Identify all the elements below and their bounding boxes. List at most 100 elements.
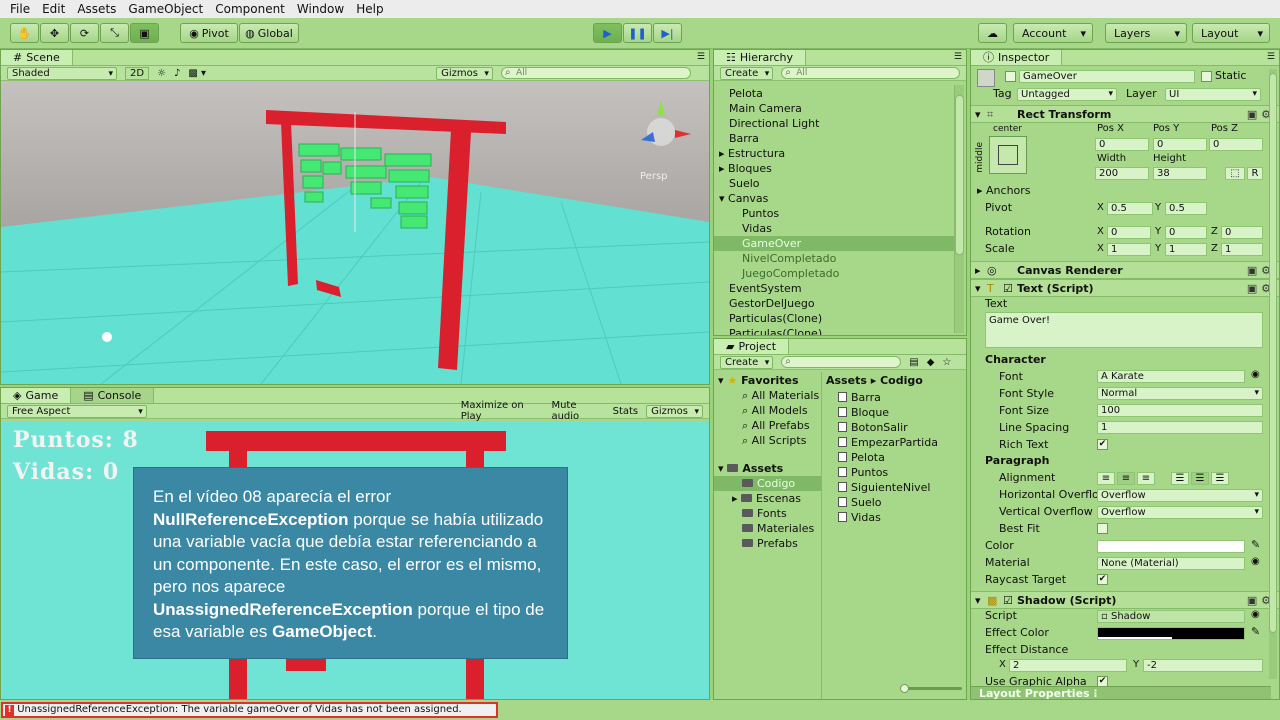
image-icon[interactable]: ▩ ▾: [188, 68, 206, 79]
list-item[interactable]: Pelota: [729, 86, 763, 101]
font-size-field[interactable]: 100: [1097, 404, 1263, 417]
hand-tool-button[interactable]: ✋: [10, 23, 39, 43]
tag-dropdown[interactable]: Untagged: [1017, 88, 1117, 101]
aspect-dropdown[interactable]: Free Aspect: [7, 404, 147, 418]
align-top-icon[interactable]: ☰: [1171, 472, 1189, 485]
list-item[interactable]: NivelCompletado: [742, 251, 836, 266]
list-item-selected[interactable]: Codigo: [714, 476, 821, 491]
list-item[interactable]: ⌕ All Materials: [742, 388, 819, 403]
menu-icon[interactable]: ☰: [954, 52, 962, 62]
menu-component[interactable]: Component: [209, 0, 291, 18]
step-button[interactable]: ▶|: [653, 23, 682, 43]
enabled-checkbox-icon[interactable]: ☑: [1003, 594, 1013, 607]
account-dropdown[interactable]: Account ▾: [1013, 23, 1093, 43]
font-field[interactable]: A Karate: [1097, 370, 1245, 383]
menu-assets[interactable]: Assets: [71, 0, 122, 18]
tab-scene[interactable]: # Scene: [1, 50, 73, 65]
list-item[interactable]: Suelo: [838, 495, 882, 510]
list-item[interactable]: Vidas: [742, 221, 772, 236]
menu-gameobject[interactable]: GameObject: [122, 0, 209, 18]
gear-icon[interactable]: ▣ ⚙: [1247, 264, 1271, 277]
list-item[interactable]: ▸ Bloques: [719, 161, 772, 176]
pivot-x-field[interactable]: 0.5: [1107, 202, 1153, 215]
tab-console[interactable]: ▤ Console: [71, 388, 155, 403]
align-right-icon[interactable]: ≡: [1137, 472, 1155, 485]
breadcrumb-leaf[interactable]: Codigo: [880, 374, 923, 387]
active-checkbox[interactable]: [1005, 71, 1016, 82]
rich-text-checkbox[interactable]: ✔: [1097, 439, 1108, 450]
width-field[interactable]: 200: [1095, 167, 1149, 180]
scale-tool-button[interactable]: ⤡: [100, 23, 129, 43]
assets-section[interactable]: ▾ Assets: [718, 461, 783, 476]
anchor-preset-button[interactable]: [989, 136, 1027, 174]
gear-icon[interactable]: ▣ ⚙: [1247, 594, 1271, 607]
list-item[interactable]: EmpezarPartida: [838, 435, 938, 450]
list-item[interactable]: Bloque: [838, 405, 889, 420]
hierarchy-create-dropdown[interactable]: Create: [720, 66, 774, 80]
rotation-z-field[interactable]: 0: [1221, 226, 1263, 239]
font-style-dropdown[interactable]: Normal: [1097, 387, 1263, 400]
eyedropper-icon[interactable]: ✎: [1251, 625, 1260, 639]
menu-window[interactable]: Window: [291, 0, 350, 18]
console-error-message[interactable]: ! UnassignedReferenceException: The vari…: [1, 702, 498, 718]
list-item[interactable]: Suelo: [729, 176, 760, 191]
effect-color-swatch[interactable]: [1097, 627, 1245, 640]
collapse-arrow-icon[interactable]: ▾: [719, 192, 728, 205]
scene-search-input[interactable]: All: [500, 67, 691, 79]
gameobject-name-field[interactable]: GameOver: [1019, 70, 1195, 83]
layout-dropdown[interactable]: Layout ▾: [1192, 23, 1270, 43]
effect-distance-x-field[interactable]: 2: [1009, 659, 1127, 672]
list-item[interactable]: Vidas: [838, 510, 881, 525]
rotate-tool-button[interactable]: ⟳: [70, 23, 99, 43]
static-checkbox[interactable]: [1201, 71, 1212, 82]
list-item[interactable]: Barra: [729, 131, 759, 146]
cloud-button[interactable]: ☁: [978, 23, 1007, 43]
audio-icon[interactable]: ♪: [174, 68, 180, 79]
expand-arrow-icon[interactable]: ▸: [719, 162, 728, 175]
inspector-scrollbar[interactable]: [1269, 69, 1277, 679]
vertical-overflow-dropdown[interactable]: Overflow: [1097, 506, 1263, 519]
move-tool-button[interactable]: ✥: [40, 23, 69, 43]
pause-button[interactable]: ❚❚: [623, 23, 652, 43]
gear-icon[interactable]: ▣ ⚙: [1247, 108, 1271, 121]
hierarchy-search-input[interactable]: All: [781, 67, 960, 79]
tab-game[interactable]: ◈ Game: [1, 388, 72, 403]
shadow-script-header[interactable]: ▾ ▩ ☑ Shadow (Script) ▣ ⚙: [971, 591, 1279, 609]
layers-dropdown[interactable]: Layers ▾: [1105, 23, 1187, 43]
scale-x-field[interactable]: 1: [1107, 243, 1151, 256]
star-icon[interactable]: ☆: [942, 357, 951, 368]
menu-icon[interactable]: ☰: [697, 52, 705, 62]
object-picker-icon[interactable]: ◉: [1251, 555, 1260, 569]
stats-toggle[interactable]: Stats: [613, 406, 639, 417]
list-item[interactable]: Particulas(Clone): [729, 311, 822, 326]
list-item-selected[interactable]: GameOver: [714, 236, 954, 251]
tab-hierarchy[interactable]: ☷ Hierarchy: [714, 50, 807, 65]
list-item[interactable]: ▸ Estructura: [719, 146, 785, 161]
list-item[interactable]: Prefabs: [742, 536, 798, 551]
rotation-x-field[interactable]: 0: [1107, 226, 1151, 239]
list-item[interactable]: Barra: [838, 390, 881, 405]
list-item[interactable]: Materiales: [742, 521, 814, 536]
eyedropper-icon[interactable]: ✎: [1251, 538, 1260, 552]
list-item[interactable]: BotonSalir: [838, 420, 908, 435]
layout-properties-bar[interactable]: Layout Properties ⁝: [971, 686, 1271, 699]
align-center-icon[interactable]: ≡: [1117, 472, 1135, 485]
menu-help[interactable]: Help: [350, 0, 389, 18]
pivot-button[interactable]: ◉ Pivot: [180, 23, 238, 43]
game-gizmos-dropdown[interactable]: Gizmos: [646, 404, 703, 418]
menu-icon[interactable]: ☰: [1267, 52, 1275, 62]
label-icon[interactable]: ◆: [927, 357, 935, 368]
list-item[interactable]: Puntos: [838, 465, 888, 480]
pivot-y-field[interactable]: 0.5: [1165, 202, 1207, 215]
list-item[interactable]: ⌕ All Models: [742, 403, 808, 418]
blueprint-mode-button[interactable]: ⬚: [1225, 167, 1245, 180]
favorites-section[interactable]: ▾ ★ Favorites: [718, 373, 799, 388]
tab-project[interactable]: ▰ Project: [714, 339, 790, 354]
light-icon[interactable]: ☼: [157, 68, 166, 79]
list-item[interactable]: Fonts: [742, 506, 787, 521]
list-item[interactable]: ⌕ All Scripts: [742, 433, 806, 448]
menu-file[interactable]: File: [4, 0, 36, 18]
list-item[interactable]: Pelota: [838, 450, 885, 465]
gizmos-dropdown[interactable]: Gizmos: [436, 66, 493, 80]
align-middle-icon[interactable]: ☰: [1191, 472, 1209, 485]
